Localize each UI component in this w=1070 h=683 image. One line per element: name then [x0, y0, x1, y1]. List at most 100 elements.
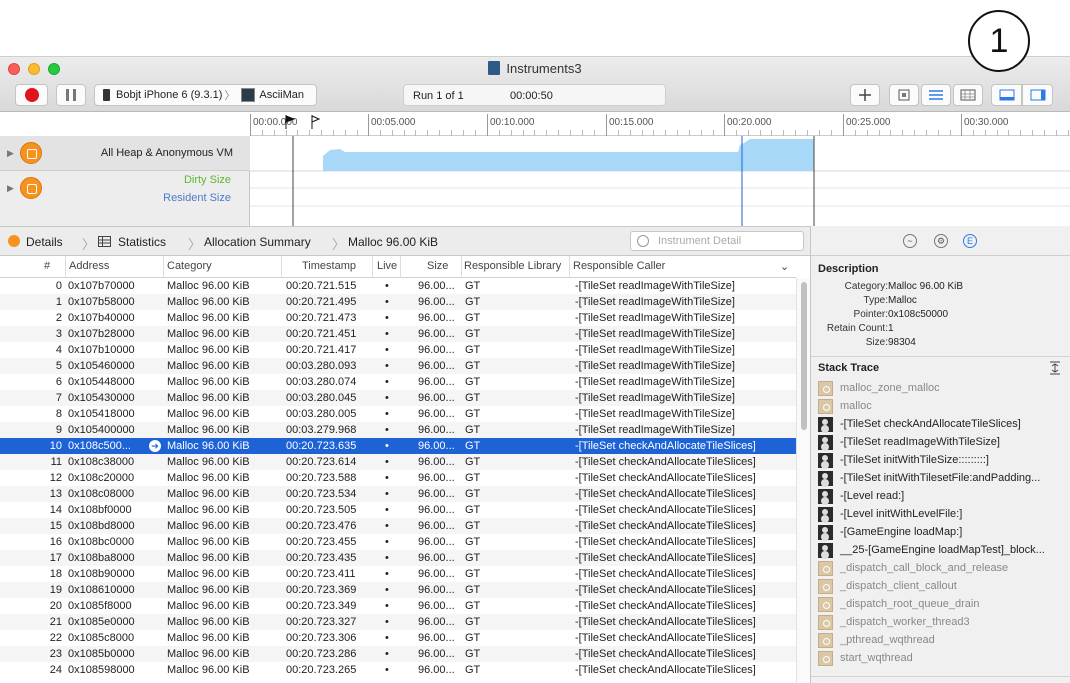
column-header-address[interactable]: Address: [69, 260, 109, 272]
table-row[interactable]: 21 0x1085e0000 Malloc 96.00 KiB 00:20.723.3…: [0, 614, 796, 630]
row-category: Malloc 96.00 KiB: [167, 616, 250, 628]
column-separator[interactable]: [461, 256, 462, 278]
column-header-size[interactable]: Size: [427, 260, 448, 272]
stack-frame[interactable]: _dispatch_worker_thread3: [818, 614, 1068, 632]
table-row[interactable]: 10 0x108c500... Malloc 96.00 KiB 00:20.723.…: [0, 438, 796, 454]
table-row[interactable]: 6 0x105448000 Malloc 96.00 KiB 00:03.280.07…: [0, 374, 796, 390]
column-header-live[interactable]: Live: [377, 260, 397, 272]
table-row[interactable]: 4 0x107b10000 Malloc 96.00 KiB 00:20.721.41…: [0, 342, 796, 358]
row-size: 96.00...: [418, 424, 455, 436]
stack-frame-label: -[TileSet initWithTilesetFile:andPadding…: [840, 472, 1041, 484]
strategy-cpu-button[interactable]: [889, 84, 919, 106]
row-address: 0x108ba8000: [68, 552, 135, 564]
chevron-right-icon: 〉: [332, 237, 346, 252]
stack-frame[interactable]: __25-[GameEngine loadMapTest]_block...: [818, 542, 1068, 560]
table-row[interactable]: 11 0x108c38000 Malloc 96.00 KiB 00:20.723.6…: [0, 454, 796, 470]
description-title: Description: [818, 263, 879, 275]
stack-frame[interactable]: -[Level initWithLevelFile:]: [818, 506, 1068, 524]
table-row[interactable]: 2 0x107b40000 Malloc 96.00 KiB 00:20.721.47…: [0, 310, 796, 326]
stack-frame[interactable]: _dispatch_root_queue_drain: [818, 596, 1068, 614]
row-caller: -[TileSet readImageWithTileSize]: [575, 408, 735, 420]
table-row[interactable]: 22 0x1085c8000 Malloc 96.00 KiB 00:20.723.3…: [0, 630, 796, 646]
row-live: •: [385, 648, 389, 660]
table-row[interactable]: 15 0x108bd8000 Malloc 96.00 KiB 00:20.723.4…: [0, 518, 796, 534]
stack-frame[interactable]: _dispatch_client_callout: [818, 578, 1068, 596]
table-row[interactable]: 0 0x107b70000 Malloc 96.00 KiB 00:20.721.51…: [0, 278, 796, 294]
extended-detail-icon[interactable]: E: [963, 234, 977, 248]
column-header-index[interactable]: #: [44, 260, 50, 272]
breadcrumb-malloc[interactable]: Malloc 96.00 KiB: [348, 235, 438, 249]
table-row[interactable]: 9 0x105400000 Malloc 96.00 KiB 00:03.279.96…: [0, 422, 796, 438]
stack-frame[interactable]: -[TileSet initWithTilesetFile:andPadding…: [818, 470, 1068, 488]
table-vertical-scrollbar[interactable]: [796, 278, 810, 683]
table-row[interactable]: 18 0x108b90000 Malloc 96.00 KiB 00:20.723.4…: [0, 566, 796, 582]
table-row[interactable]: 12 0x108c20000 Malloc 96.00 KiB 00:20.723.5…: [0, 470, 796, 486]
column-header-responsible-caller[interactable]: Responsible Caller: [573, 260, 665, 272]
column-header-timestamp[interactable]: Timestamp: [302, 260, 356, 272]
instrument-detail-search-field[interactable]: Instrument Detail: [630, 231, 804, 251]
table-row[interactable]: 5 0x105460000 Malloc 96.00 KiB 00:03.280.09…: [0, 358, 796, 374]
row-library: GT: [465, 360, 481, 372]
table-row[interactable]: 3 0x107b28000 Malloc 96.00 KiB 00:20.721.45…: [0, 326, 796, 342]
table-row[interactable]: 23 0x1085b0000 Malloc 96.00 KiB 00:20.723.2…: [0, 646, 796, 662]
system-library-icon: [818, 579, 833, 594]
table-row[interactable]: 8 0x105418000 Malloc 96.00 KiB 00:03.280.00…: [0, 406, 796, 422]
scrollbar-thumb[interactable]: [801, 282, 807, 430]
focus-arrow-icon[interactable]: ➔: [149, 440, 161, 452]
collapse-stack-icon[interactable]: [1049, 361, 1061, 375]
stack-frame[interactable]: -[GameEngine loadMap:]: [818, 524, 1068, 542]
table-row[interactable]: 13 0x108c08000 Malloc 96.00 KiB 00:20.723.5…: [0, 486, 796, 502]
pause-button[interactable]: [56, 84, 86, 106]
stack-frame[interactable]: -[TileSet checkAndAllocateTileSlices]: [818, 416, 1068, 434]
stack-frame[interactable]: _dispatch_call_block_and_release: [818, 560, 1068, 578]
ruler-major-tick: [843, 114, 844, 136]
column-separator[interactable]: [400, 256, 401, 278]
table-row[interactable]: 7 0x105430000 Malloc 96.00 KiB 00:03.280.04…: [0, 390, 796, 406]
stack-frame-label: -[TileSet readImageWithTileSize]: [840, 436, 1000, 448]
chevron-down-icon[interactable]: ⌄: [780, 260, 789, 273]
column-separator[interactable]: [65, 256, 66, 278]
record-settings-icon[interactable]: ~: [903, 234, 917, 248]
strategy-instruments-button[interactable]: [921, 84, 951, 106]
stack-frame[interactable]: _pthread_wqthread: [818, 632, 1068, 650]
toggle-detail-pane-button[interactable]: [991, 84, 1022, 106]
allocations-track-header[interactable]: ▶ All Heap & Anonymous VM: [0, 136, 250, 171]
add-instrument-button[interactable]: [850, 84, 880, 106]
display-settings-gear-icon[interactable]: ⚙: [934, 234, 948, 248]
strategy-threads-button[interactable]: [953, 84, 983, 106]
target-selector[interactable]: Bobjt iPhone 6 (9.3.1) 〉 AsciiMan: [94, 84, 317, 106]
table-row[interactable]: 17 0x108ba8000 Malloc 96.00 KiB 00:20.723.4…: [0, 550, 796, 566]
stack-frame-label: _pthread_wqthread: [840, 634, 935, 646]
toggle-inspector-pane-button[interactable]: [1022, 84, 1053, 106]
column-separator[interactable]: [372, 256, 373, 278]
breadcrumb-statistics[interactable]: Statistics: [118, 235, 166, 249]
breadcrumb-allocation-summary[interactable]: Allocation Summary: [204, 235, 311, 249]
flag-icon[interactable]: [285, 115, 295, 129]
column-separator[interactable]: [569, 256, 570, 278]
disclosure-triangle-icon[interactable]: ▶: [7, 148, 14, 159]
stack-frame[interactable]: malloc: [818, 398, 1068, 416]
row-live: •: [385, 456, 389, 468]
record-button[interactable]: [15, 84, 48, 106]
table-row[interactable]: 1 0x107b58000 Malloc 96.00 KiB 00:20.721.49…: [0, 294, 796, 310]
flag-icon[interactable]: [311, 115, 321, 129]
column-header-responsible-library[interactable]: Responsible Library: [464, 260, 561, 272]
stack-frame[interactable]: -[TileSet readImageWithTileSize]: [818, 434, 1068, 452]
stack-frame[interactable]: malloc_zone_malloc: [818, 380, 1068, 398]
table-row[interactable]: 16 0x108bc0000 Malloc 96.00 KiB 00:20.723.4…: [0, 534, 796, 550]
row-address: 0x108bf0000: [68, 504, 132, 516]
timeline-ruler[interactable]: 00:00.000 00:05.000 00:10.000 00:15.000 00:2…: [250, 112, 1070, 136]
column-header-category[interactable]: Category: [167, 260, 212, 272]
table-row[interactable]: 20 0x1085f8000 Malloc 96.00 KiB 00:20.723.3…: [0, 598, 796, 614]
stack-frame[interactable]: start_wqthread: [818, 650, 1068, 668]
stack-frame[interactable]: -[TileSet initWithTileSize:::::::::]: [818, 452, 1068, 470]
disclosure-triangle-icon[interactable]: ▶: [7, 183, 14, 194]
breadcrumb-details[interactable]: Details: [26, 235, 63, 249]
column-separator[interactable]: [281, 256, 282, 278]
table-row[interactable]: 24 0x108598000 Malloc 96.00 KiB 00:20.723.2…: [0, 662, 796, 678]
instrument-track-graph[interactable]: [250, 136, 1070, 226]
table-row[interactable]: 19 0x108610000 Malloc 96.00 KiB 00:20.723.3…: [0, 582, 796, 598]
table-row[interactable]: 14 0x108bf0000 Malloc 96.00 KiB 00:20.723.5…: [0, 502, 796, 518]
stack-frame[interactable]: -[Level read:]: [818, 488, 1068, 506]
column-separator[interactable]: [163, 256, 164, 278]
